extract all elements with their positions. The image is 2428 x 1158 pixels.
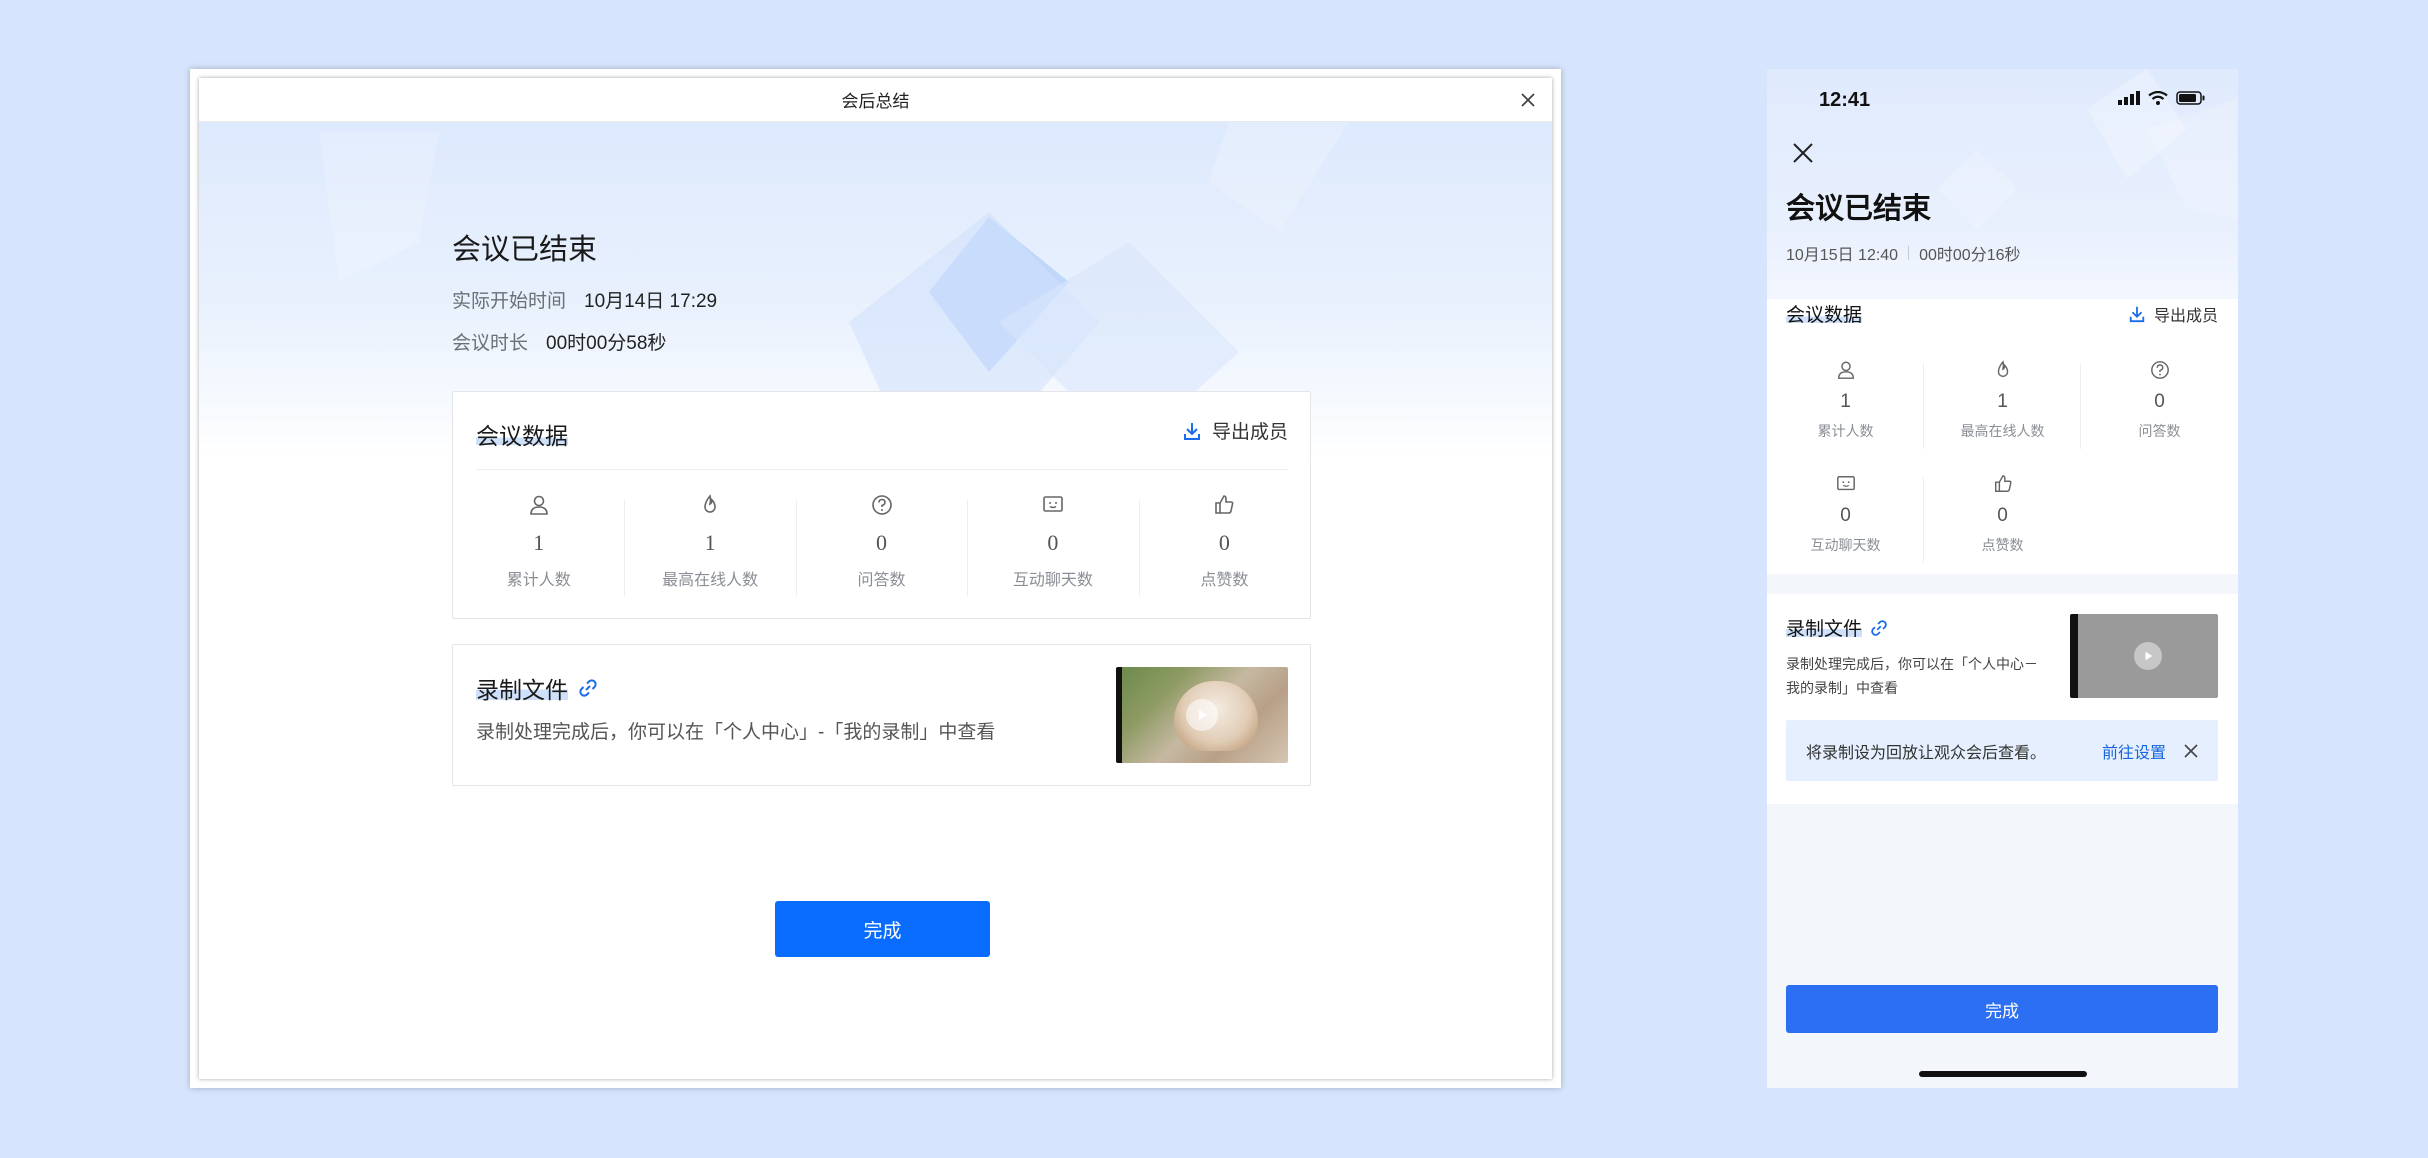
recording-title: 录制文件: [1786, 614, 1888, 641]
question-icon: [871, 495, 892, 515]
meeting-duration: 00时00分16秒: [1919, 247, 2021, 264]
export-members-label: 导出成员: [2153, 308, 2218, 325]
recording-card: 录制文件 录制处理完成后，你可以在「个人中心」-「我的录制」中查看: [452, 644, 1311, 786]
page-title: 会议已结束: [452, 234, 598, 266]
page-title: 会议已结束: [1786, 193, 1932, 225]
stat-qa: 0 问答数: [2081, 359, 2238, 473]
replay-tip-banner: 将录制设为回放让观众会后查看。 前往设置: [1786, 720, 2218, 781]
export-members-button[interactable]: 导出成员: [2128, 302, 2218, 326]
chat-icon: [1836, 476, 1855, 491]
signal-icon: [2118, 91, 2140, 105]
stat-peak-online: 1 最高在线人数: [624, 492, 795, 602]
wifi-icon: [2148, 91, 2168, 105]
export-members-label: 导出成员: [1211, 422, 1288, 443]
link-icon[interactable]: [578, 678, 598, 698]
window-title: 会后总结: [841, 92, 910, 111]
done-button[interactable]: 完成: [1786, 985, 2218, 1033]
meeting-meta: 10月15日 12:40 00时00分16秒: [1786, 241, 2021, 265]
close-button[interactable]: [1787, 137, 1819, 169]
meta-separator: [1908, 246, 1910, 260]
export-members-button[interactable]: 导出成员: [1182, 417, 1288, 444]
user-icon: [1837, 361, 1854, 379]
start-time-label: 实际开始时间: [452, 291, 567, 312]
close-icon: [1793, 143, 1813, 163]
duration-row: 会议时长 00时00分58秒: [452, 328, 666, 355]
download-icon: [1183, 422, 1200, 440]
stat-likes: 0 点赞数: [1924, 473, 2081, 587]
start-time-row: 实际开始时间 10月14日 17:29: [452, 286, 717, 313]
start-time-value: 10月14日 17:29: [584, 291, 718, 312]
battery-icon: [2176, 91, 2205, 105]
download-icon: [2129, 306, 2145, 323]
status-time: 12:41: [1819, 89, 1871, 111]
close-icon: [1521, 93, 1535, 107]
banner-text: 将录制设为回放让观众会后查看。: [1806, 744, 2047, 762]
meeting-data-title: 会议数据: [476, 423, 568, 449]
fire-icon: [1997, 360, 2008, 378]
close-button[interactable]: [1516, 88, 1540, 112]
status-icons: [2118, 91, 2206, 105]
done-button[interactable]: 完成: [775, 901, 990, 957]
stat-qa: 0 问答数: [795, 492, 967, 602]
duration-value: 00时00分58秒: [546, 333, 667, 354]
question-icon: [2150, 361, 2169, 379]
meeting-data-title: 会议数据: [1786, 305, 1863, 326]
mobile-screen: 12:41 会议已结束 10月15日 12:40 00时00分16秒 会议数据 …: [1767, 69, 2238, 1088]
stat-chat: 0 互动聊天数: [1767, 473, 1924, 587]
recording-thumbnail[interactable]: [1116, 667, 1288, 763]
duration-label: 会议时长: [452, 333, 529, 354]
fire-icon: [704, 494, 716, 513]
stat-chat: 0 互动聊天数: [967, 492, 1138, 602]
stat-peak-online: 1 最高在线人数: [1924, 359, 2081, 473]
link-icon[interactable]: [1870, 619, 1888, 637]
recording-description: 录制处理完成后，你可以在「个人中心－我的录制」中查看: [1786, 656, 2038, 696]
stat-likes: 0 点赞数: [1138, 492, 1310, 602]
meeting-date: 10月15日 12:40: [1786, 247, 1899, 264]
go-settings-link[interactable]: 前往设置: [2102, 739, 2166, 763]
thumbs-up-icon: [1215, 495, 1234, 514]
stats-grid: 1 累计人数 1 最高在线人数 0 问答数 0 互动聊天数 0 点赞数: [1767, 359, 2238, 587]
stat-total-attendees: 1 累计人数: [1767, 359, 1924, 473]
home-indicator: [1919, 1071, 2087, 1077]
divider: [476, 469, 1288, 470]
recording-thumbnail[interactable]: [2070, 614, 2218, 698]
meeting-data-card: 会议数据 导出成员 1 累计人数 1 最高在线人数 0 问答数 0 互动聊天数 …: [452, 391, 1311, 619]
chat-icon: [1043, 496, 1063, 512]
recording-section: 录制文件 录制处理完成后，你可以在「个人中心－我的录制」中查看 将录制设为回放让…: [1767, 594, 2238, 804]
window-titlebar: 会后总结: [199, 78, 1552, 122]
stats-row: 1 累计人数 1 最高在线人数 0 问答数 0 互动聊天数 0 点赞数: [453, 492, 1310, 602]
desktop-frame: 会后总结 会议已结束 实际开始时间 10月14日 17:29 会议时长 00时0…: [190, 69, 1561, 1088]
play-icon[interactable]: [2134, 642, 2162, 670]
banner-close-button[interactable]: [2184, 743, 2198, 758]
play-icon[interactable]: [1186, 699, 1218, 731]
stat-total-attendees: 1 累计人数: [453, 492, 624, 602]
close-icon: [2184, 743, 2198, 758]
recording-title: 录制文件: [476, 671, 598, 705]
recording-description: 录制处理完成后，你可以在「个人中心」-「我的录制」中查看: [476, 722, 996, 743]
thumbs-up-icon: [1994, 475, 2012, 492]
user-icon: [529, 495, 548, 515]
desktop-window: 会后总结 会议已结束 实际开始时间 10月14日 17:29 会议时长 00时0…: [199, 78, 1552, 1079]
